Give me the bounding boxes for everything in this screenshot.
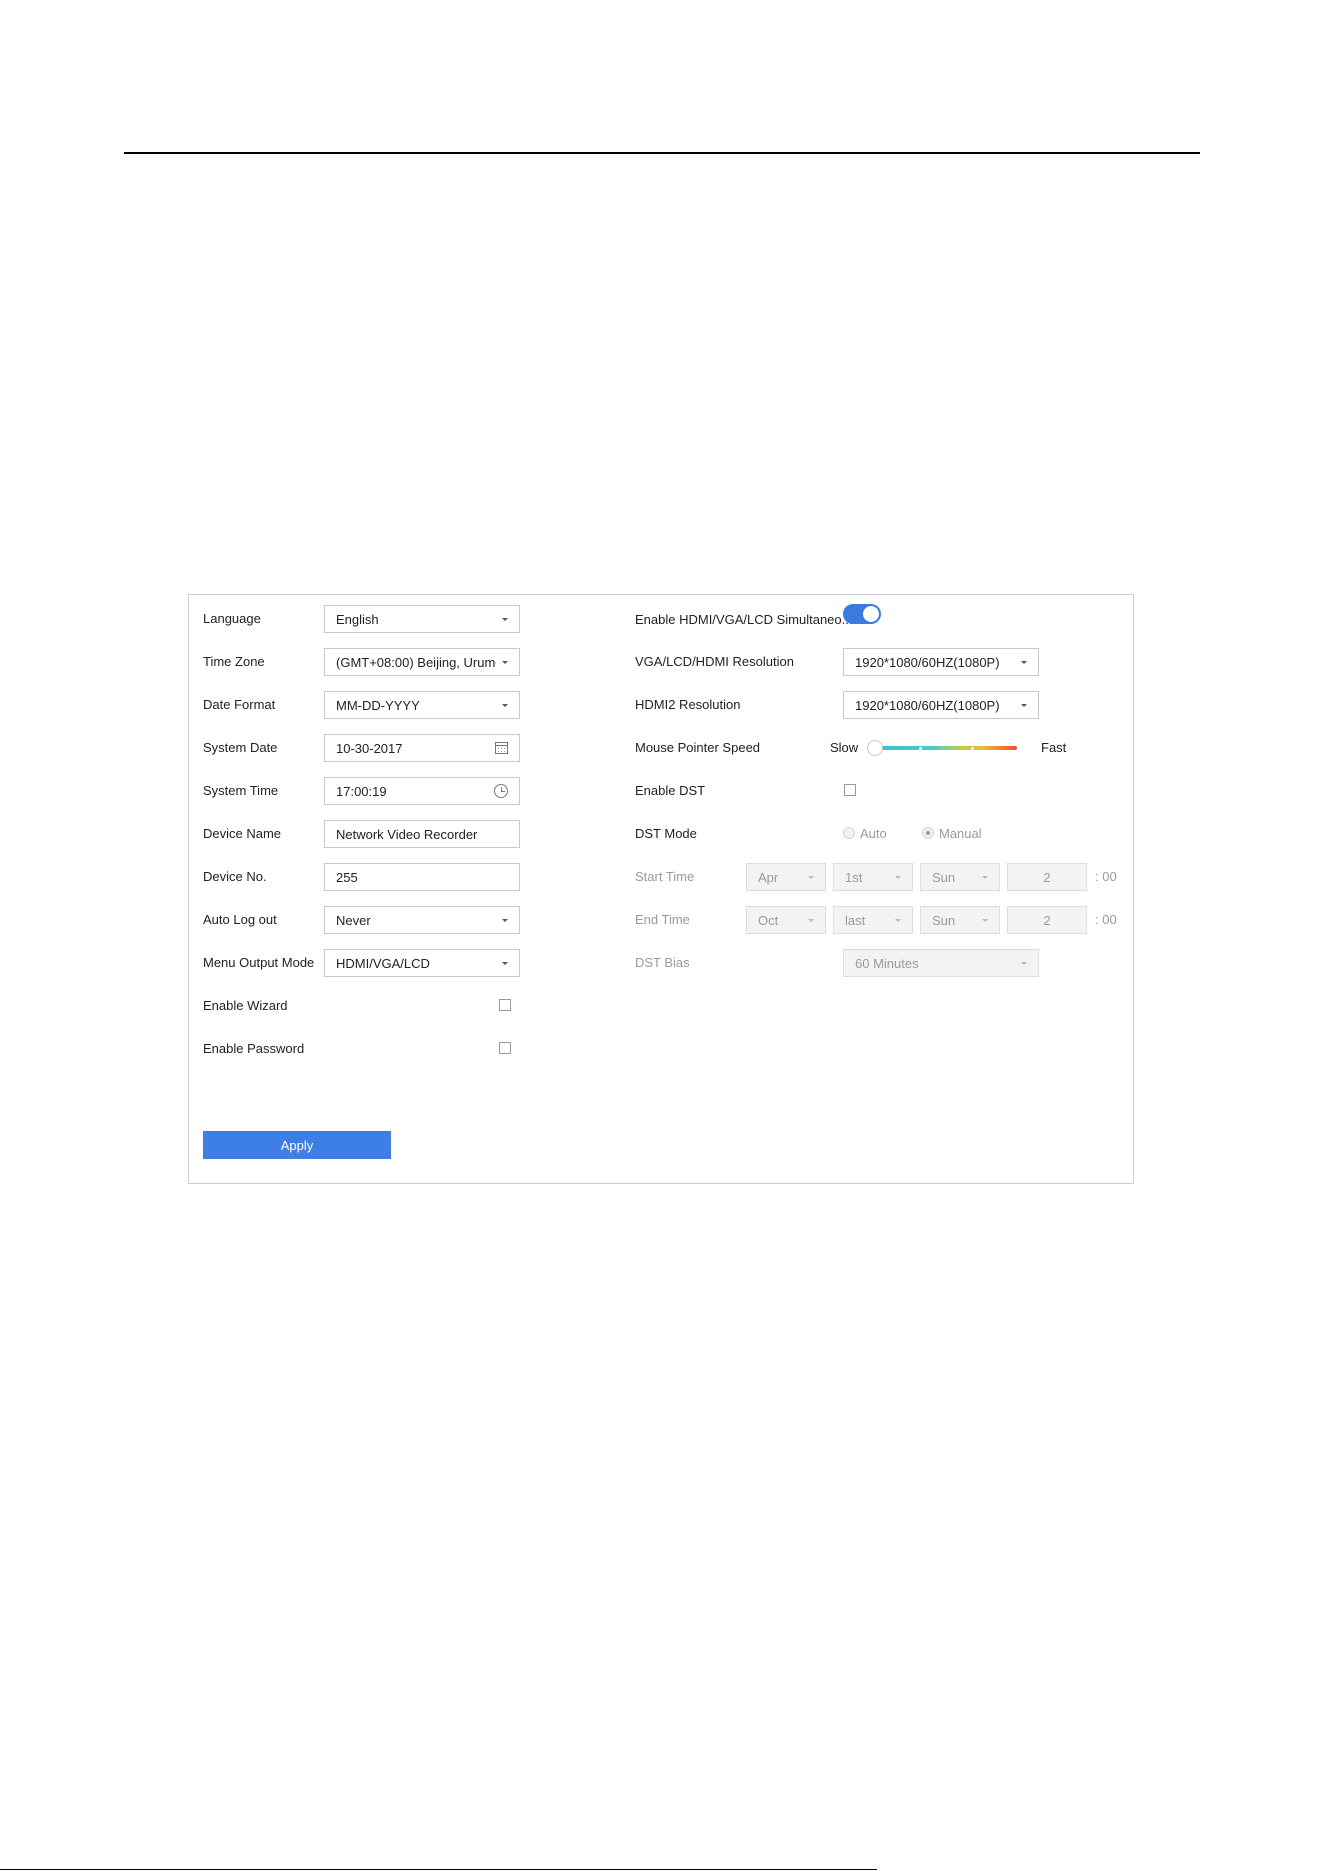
device-name-input[interactable]: Network Video Recorder bbox=[324, 820, 520, 848]
chevron-down-icon bbox=[502, 660, 508, 664]
start-minute-suffix: : 00 bbox=[1095, 869, 1117, 884]
dst-mode-manual-radio[interactable] bbox=[922, 827, 934, 839]
dst-mode-manual-label: Manual bbox=[939, 826, 982, 841]
auto-logout-label: Auto Log out bbox=[203, 912, 277, 927]
enable-simultaneous-label: Enable HDMI/VGA/LCD Simultaneo... bbox=[635, 612, 853, 627]
start-time-label: Start Time bbox=[635, 869, 695, 884]
chevron-down-icon bbox=[982, 918, 988, 922]
vga-resolution-label: VGA/LCD/HDMI Resolution bbox=[635, 654, 794, 669]
system-time-label: System Time bbox=[203, 783, 279, 798]
enable-dst-label: Enable DST bbox=[635, 783, 706, 798]
time-zone-label: Time Zone bbox=[203, 654, 265, 669]
chevron-down-icon bbox=[808, 918, 814, 922]
enable-wizard-checkbox[interactable] bbox=[499, 999, 511, 1011]
chevron-down-icon bbox=[502, 703, 508, 707]
end-month-select[interactable]: Oct bbox=[746, 906, 826, 934]
enable-wizard-label: Enable Wizard bbox=[203, 998, 288, 1013]
start-month-select[interactable]: Apr bbox=[746, 863, 826, 891]
end-minute-suffix: : 00 bbox=[1095, 912, 1117, 927]
system-date-label: System Date bbox=[203, 740, 278, 755]
end-time-label: End Time bbox=[635, 912, 690, 927]
enable-password-label: Enable Password bbox=[203, 1041, 305, 1056]
dst-mode-label: DST Mode bbox=[635, 826, 697, 841]
time-zone-select[interactable]: (GMT+08:00) Beijing, Urumq bbox=[324, 648, 520, 676]
dst-bias-select[interactable]: 60 Minutes bbox=[843, 949, 1039, 977]
device-no-label: Device No. bbox=[203, 869, 267, 884]
chevron-down-icon bbox=[895, 918, 901, 922]
clock-icon[interactable] bbox=[494, 784, 508, 798]
system-date-input[interactable]: 10-30-2017 bbox=[324, 734, 520, 762]
vga-resolution-select[interactable]: 1920*1080/60HZ(1080P) bbox=[843, 648, 1039, 676]
end-week-select[interactable]: last bbox=[833, 906, 913, 934]
menu-output-mode-label: Menu Output Mode bbox=[203, 955, 315, 970]
date-format-select[interactable]: MM-DD-YYYY bbox=[324, 691, 520, 719]
device-name-label: Device Name bbox=[203, 826, 282, 841]
mouse-speed-slider[interactable] bbox=[875, 746, 1017, 750]
chevron-down-icon bbox=[1021, 961, 1027, 965]
chevron-down-icon bbox=[982, 875, 988, 879]
chevron-down-icon bbox=[1021, 660, 1027, 664]
end-day-select[interactable]: Sun bbox=[920, 906, 1000, 934]
page-header-rule bbox=[124, 152, 1200, 154]
start-hour-input[interactable]: 2 bbox=[1007, 863, 1087, 891]
menu-output-mode-select[interactable]: HDMI/VGA/LCD bbox=[324, 949, 520, 977]
mouse-speed-label: Mouse Pointer Speed bbox=[635, 740, 761, 755]
language-label: Language bbox=[203, 611, 261, 626]
calendar-icon[interactable] bbox=[495, 742, 508, 754]
slider-tick bbox=[971, 747, 974, 750]
mouse-speed-fast-label: Fast bbox=[1041, 740, 1067, 755]
device-no-input[interactable]: 255 bbox=[324, 863, 520, 891]
auto-logout-select[interactable]: Never bbox=[324, 906, 520, 934]
date-format-label: Date Format bbox=[203, 697, 276, 712]
apply-button[interactable]: Apply bbox=[203, 1131, 391, 1159]
page-footer-rule bbox=[0, 1869, 877, 1870]
mouse-speed-slow-label: Slow bbox=[830, 740, 859, 755]
enable-simultaneous-toggle[interactable] bbox=[843, 604, 881, 624]
system-time-input[interactable]: 17:00:19 bbox=[324, 777, 520, 805]
chevron-down-icon bbox=[502, 961, 508, 965]
dst-mode-auto-label: Auto bbox=[860, 826, 887, 841]
dst-bias-label: DST Bias bbox=[635, 955, 690, 970]
end-hour-input[interactable]: 2 bbox=[1007, 906, 1087, 934]
slider-tick bbox=[919, 747, 922, 750]
chevron-down-icon bbox=[895, 875, 901, 879]
dst-mode-auto-radio[interactable] bbox=[843, 827, 855, 839]
hdmi2-resolution-select[interactable]: 1920*1080/60HZ(1080P) bbox=[843, 691, 1039, 719]
enable-password-checkbox[interactable] bbox=[499, 1042, 511, 1054]
mouse-speed-slider-handle[interactable] bbox=[867, 740, 883, 756]
start-day-select[interactable]: Sun bbox=[920, 863, 1000, 891]
toggle-knob bbox=[863, 606, 879, 622]
hdmi2-resolution-label: HDMI2 Resolution bbox=[635, 697, 741, 712]
start-week-select[interactable]: 1st bbox=[833, 863, 913, 891]
chevron-down-icon bbox=[502, 617, 508, 621]
language-select[interactable]: English bbox=[324, 605, 520, 633]
chevron-down-icon bbox=[1021, 703, 1027, 707]
general-settings-panel: Language English Time Zone (GMT+08:00) B… bbox=[188, 594, 1134, 1184]
chevron-down-icon bbox=[502, 918, 508, 922]
chevron-down-icon bbox=[808, 875, 814, 879]
enable-dst-checkbox[interactable] bbox=[844, 784, 856, 796]
